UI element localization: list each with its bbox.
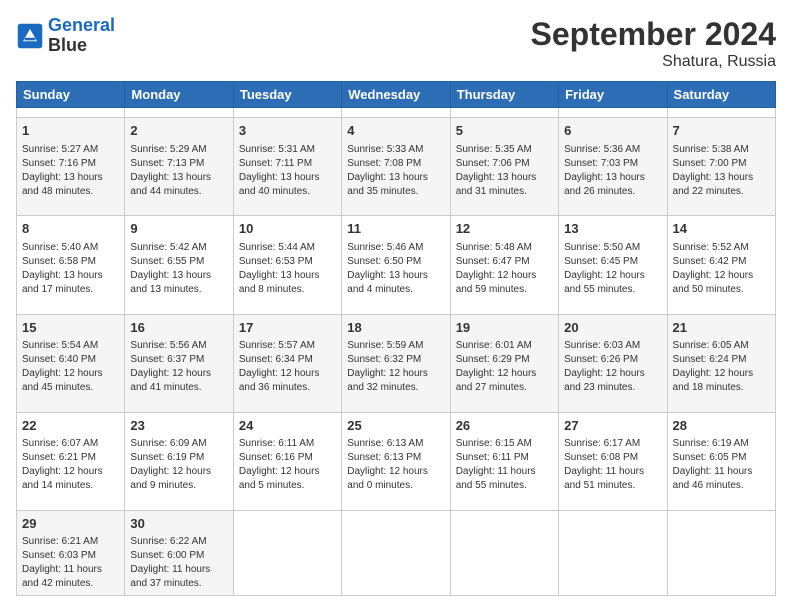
table-cell-empty — [559, 510, 667, 595]
col-thursday: Thursday — [450, 82, 558, 108]
day-number: 29 — [22, 515, 119, 533]
table-row: 15 Sunrise: 5:54 AMSunset: 6:40 PMDaylig… — [17, 314, 776, 412]
table-cell-9: 9 Sunrise: 5:42 AMSunset: 6:55 PMDayligh… — [125, 216, 233, 314]
table-cell-empty — [667, 510, 775, 595]
table-row: 22 Sunrise: 6:07 AMSunset: 6:21 PMDaylig… — [17, 412, 776, 510]
table-cell-23: 23 Sunrise: 6:09 AMSunset: 6:19 PMDaylig… — [125, 412, 233, 510]
title-block: September 2024 Shatura, Russia — [531, 16, 776, 71]
header: GeneralBlue September 2024 Shatura, Russ… — [16, 16, 776, 71]
logo-icon — [16, 22, 44, 50]
table-cell-12: 12 Sunrise: 5:48 AMSunset: 6:47 PMDaylig… — [450, 216, 558, 314]
col-monday: Monday — [125, 82, 233, 108]
location: Shatura, Russia — [531, 53, 776, 71]
day-number: 17 — [239, 319, 336, 337]
table-cell-30: 30 Sunrise: 6:22 AMSunset: 6:00 PMDaylig… — [125, 510, 233, 595]
col-wednesday: Wednesday — [342, 82, 450, 108]
day-number: 1 — [22, 122, 119, 140]
day-number: 21 — [673, 319, 770, 337]
day-number: 14 — [673, 220, 770, 238]
day-number: 19 — [456, 319, 553, 337]
day-number: 20 — [564, 319, 661, 337]
day-number: 28 — [673, 417, 770, 435]
table-cell-empty — [342, 510, 450, 595]
table-cell-6: 6 Sunrise: 5:36 AMSunset: 7:03 PMDayligh… — [559, 118, 667, 216]
col-sunday: Sunday — [17, 82, 125, 108]
day-number: 25 — [347, 417, 444, 435]
table-cell-3: 3 Sunrise: 5:31 AMSunset: 7:11 PMDayligh… — [233, 118, 341, 216]
day-number: 18 — [347, 319, 444, 337]
day-number: 11 — [347, 220, 444, 238]
day-number: 24 — [239, 417, 336, 435]
table-cell-1: 1 Sunrise: 5:27 AMSunset: 7:16 PMDayligh… — [17, 118, 125, 216]
day-number: 16 — [130, 319, 227, 337]
col-friday: Friday — [559, 82, 667, 108]
col-tuesday: Tuesday — [233, 82, 341, 108]
day-number: 2 — [130, 122, 227, 140]
table-row — [17, 108, 776, 118]
month-title: September 2024 — [531, 16, 776, 53]
day-number: 10 — [239, 220, 336, 238]
day-number: 12 — [456, 220, 553, 238]
table-cell-empty — [559, 108, 667, 118]
table-cell-4: 4 Sunrise: 5:33 AMSunset: 7:08 PMDayligh… — [342, 118, 450, 216]
table-cell-empty — [233, 510, 341, 595]
table-row: 8 Sunrise: 5:40 AMSunset: 6:58 PMDayligh… — [17, 216, 776, 314]
table-cell-5: 5 Sunrise: 5:35 AMSunset: 7:06 PMDayligh… — [450, 118, 558, 216]
table-cell-22: 22 Sunrise: 6:07 AMSunset: 6:21 PMDaylig… — [17, 412, 125, 510]
day-number: 6 — [564, 122, 661, 140]
table-row: 1 Sunrise: 5:27 AMSunset: 7:16 PMDayligh… — [17, 118, 776, 216]
day-number: 9 — [130, 220, 227, 238]
table-cell-2: 2 Sunrise: 5:29 AMSunset: 7:13 PMDayligh… — [125, 118, 233, 216]
page: GeneralBlue September 2024 Shatura, Russ… — [0, 0, 792, 612]
table-cell-empty — [342, 108, 450, 118]
table-cell-16: 16 Sunrise: 5:56 AMSunset: 6:37 PMDaylig… — [125, 314, 233, 412]
day-number: 26 — [456, 417, 553, 435]
table-cell-8: 8 Sunrise: 5:40 AMSunset: 6:58 PMDayligh… — [17, 216, 125, 314]
table-cell-18: 18 Sunrise: 5:59 AMSunset: 6:32 PMDaylig… — [342, 314, 450, 412]
day-number: 23 — [130, 417, 227, 435]
logo-text: GeneralBlue — [48, 16, 115, 56]
day-number: 3 — [239, 122, 336, 140]
day-number: 13 — [564, 220, 661, 238]
table-row: 29 Sunrise: 6:21 AMSunset: 6:03 PMDaylig… — [17, 510, 776, 595]
day-number: 5 — [456, 122, 553, 140]
table-cell-10: 10 Sunrise: 5:44 AMSunset: 6:53 PMDaylig… — [233, 216, 341, 314]
table-cell-24: 24 Sunrise: 6:11 AMSunset: 6:16 PMDaylig… — [233, 412, 341, 510]
day-number: 8 — [22, 220, 119, 238]
table-cell-empty — [233, 108, 341, 118]
day-number: 30 — [130, 515, 227, 533]
day-number: 7 — [673, 122, 770, 140]
logo: GeneralBlue — [16, 16, 115, 56]
table-cell-7: 7 Sunrise: 5:38 AMSunset: 7:00 PMDayligh… — [667, 118, 775, 216]
calendar-table: Sunday Monday Tuesday Wednesday Thursday… — [16, 81, 776, 596]
table-cell-empty — [450, 510, 558, 595]
table-cell-21: 21 Sunrise: 6:05 AMSunset: 6:24 PMDaylig… — [667, 314, 775, 412]
table-cell-empty — [450, 108, 558, 118]
table-cell-13: 13 Sunrise: 5:50 AMSunset: 6:45 PMDaylig… — [559, 216, 667, 314]
table-cell-28: 28 Sunrise: 6:19 AMSunset: 6:05 PMDaylig… — [667, 412, 775, 510]
table-cell-29: 29 Sunrise: 6:21 AMSunset: 6:03 PMDaylig… — [17, 510, 125, 595]
day-number: 27 — [564, 417, 661, 435]
table-cell-15: 15 Sunrise: 5:54 AMSunset: 6:40 PMDaylig… — [17, 314, 125, 412]
table-cell-17: 17 Sunrise: 5:57 AMSunset: 6:34 PMDaylig… — [233, 314, 341, 412]
table-cell-25: 25 Sunrise: 6:13 AMSunset: 6:13 PMDaylig… — [342, 412, 450, 510]
day-number: 22 — [22, 417, 119, 435]
table-cell-14: 14 Sunrise: 5:52 AMSunset: 6:42 PMDaylig… — [667, 216, 775, 314]
col-saturday: Saturday — [667, 82, 775, 108]
table-cell-20: 20 Sunrise: 6:03 AMSunset: 6:26 PMDaylig… — [559, 314, 667, 412]
table-cell-empty — [667, 108, 775, 118]
table-cell-empty — [17, 108, 125, 118]
day-number: 15 — [22, 319, 119, 337]
table-cell-19: 19 Sunrise: 6:01 AMSunset: 6:29 PMDaylig… — [450, 314, 558, 412]
table-cell-empty — [125, 108, 233, 118]
table-cell-26: 26 Sunrise: 6:15 AMSunset: 6:11 PMDaylig… — [450, 412, 558, 510]
day-number: 4 — [347, 122, 444, 140]
table-cell-11: 11 Sunrise: 5:46 AMSunset: 6:50 PMDaylig… — [342, 216, 450, 314]
calendar-header-row: Sunday Monday Tuesday Wednesday Thursday… — [17, 82, 776, 108]
table-cell-27: 27 Sunrise: 6:17 AMSunset: 6:08 PMDaylig… — [559, 412, 667, 510]
